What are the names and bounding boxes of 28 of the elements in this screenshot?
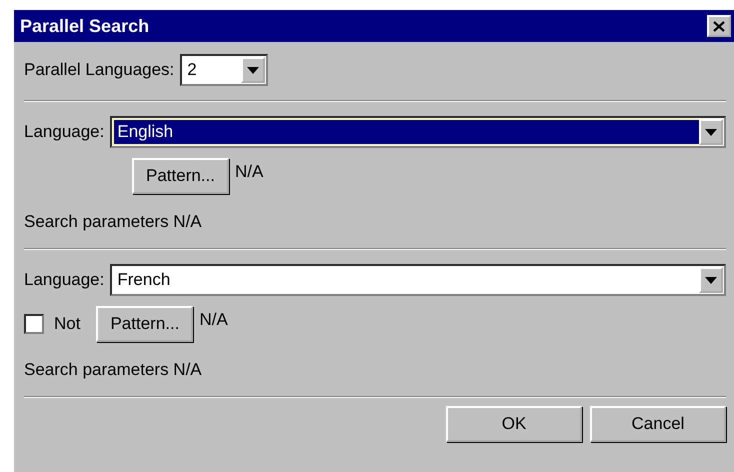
- language-dropdown[interactable]: English: [110, 116, 726, 148]
- dropdown-button[interactable]: [241, 57, 266, 83]
- caret-icon: [247, 66, 260, 74]
- field-label: Language:: [24, 270, 104, 290]
- cancel-button[interactable]: Cancel: [590, 406, 726, 442]
- ok-button[interactable]: OK: [446, 406, 582, 442]
- pattern-value: N/A: [234, 162, 264, 182]
- pattern-button[interactable]: Pattern...: [132, 158, 229, 194]
- field-label: Parallel Languages:: [24, 60, 174, 80]
- checkbox-label: Not: [54, 314, 80, 334]
- dropdown-value: 2: [186, 60, 198, 80]
- dropdown-value: English: [114, 120, 699, 144]
- search-parameters-text: Search parameters N/A: [24, 212, 203, 232]
- checkbox[interactable]: [24, 314, 44, 334]
- window-title: Parallel Search: [20, 16, 150, 36]
- dropdown-value: French: [116, 270, 172, 290]
- pattern-value: N/A: [199, 310, 228, 330]
- dropdown-button[interactable]: [699, 119, 723, 145]
- close-icon: [713, 20, 725, 32]
- dropdown-button[interactable]: [699, 267, 723, 293]
- search-parameters-text: Search parameters N/A: [24, 360, 203, 380]
- language-dropdown[interactable]: French: [110, 264, 726, 296]
- pattern-button[interactable]: Pattern...: [96, 306, 194, 342]
- count-dropdown[interactable]: 2: [180, 54, 268, 86]
- field-label: Language:: [24, 122, 104, 142]
- close-button[interactable]: [707, 15, 731, 37]
- caret-icon: [705, 128, 717, 136]
- caret-icon: [705, 276, 717, 284]
